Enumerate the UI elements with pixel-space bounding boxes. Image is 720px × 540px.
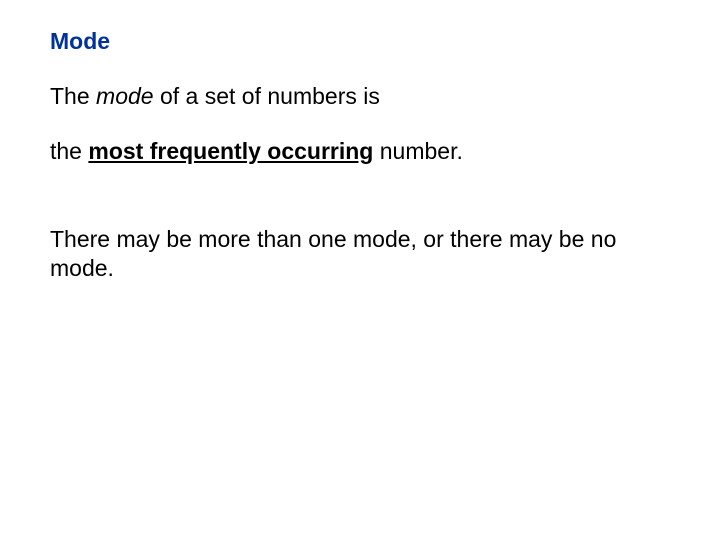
term-mode: mode [96, 83, 154, 109]
text-part: of a set of numbers is [154, 83, 380, 109]
definition-line-1: The mode of a set of numbers is [50, 83, 670, 110]
text-part: the [50, 138, 88, 164]
text-part: The [50, 83, 96, 109]
text-part: number. [373, 138, 463, 164]
emphasized-text: most frequently occurring [88, 138, 373, 164]
definition-line-2: the most frequently occurring number. [50, 138, 670, 165]
explanation-line: There may be more than one mode, or ther… [50, 225, 670, 283]
heading: Mode [50, 28, 670, 55]
